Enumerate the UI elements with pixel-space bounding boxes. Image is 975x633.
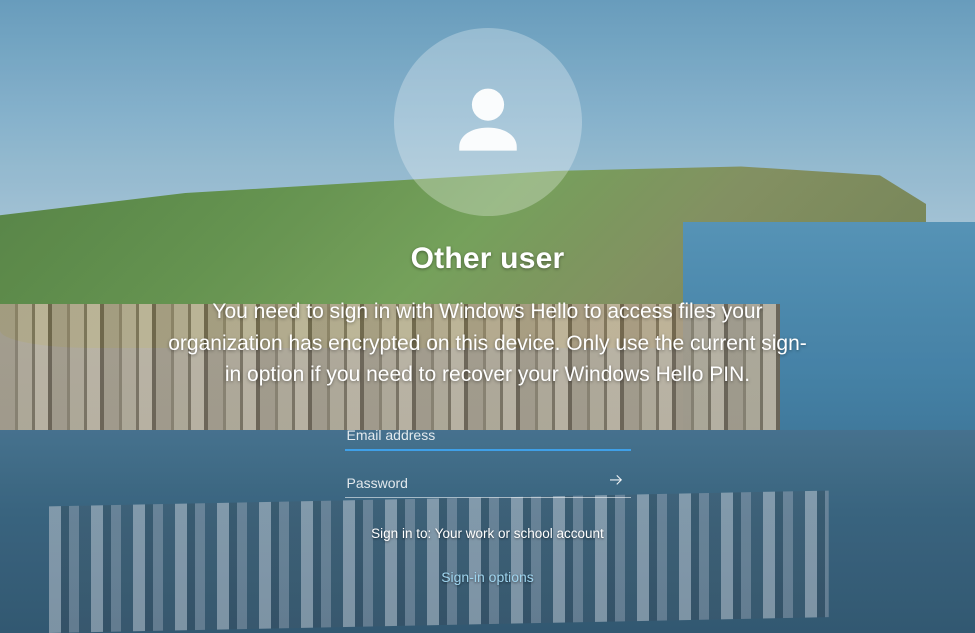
user-avatar [394, 28, 582, 216]
password-field[interactable] [345, 469, 631, 498]
password-row [345, 469, 631, 498]
sign-in-options-link[interactable]: Sign-in options [441, 569, 534, 585]
login-container: Other user You need to sign in with Wind… [0, 0, 975, 633]
login-title: Other user [411, 242, 565, 276]
email-field[interactable] [345, 421, 631, 451]
login-message: You need to sign in with Windows Hello t… [168, 296, 808, 391]
arrow-right-icon [607, 470, 625, 493]
sign-in-to-label: Sign in to: Your work or school account [371, 526, 604, 541]
submit-button[interactable] [605, 471, 627, 493]
email-row [345, 421, 631, 451]
person-icon [442, 74, 534, 171]
